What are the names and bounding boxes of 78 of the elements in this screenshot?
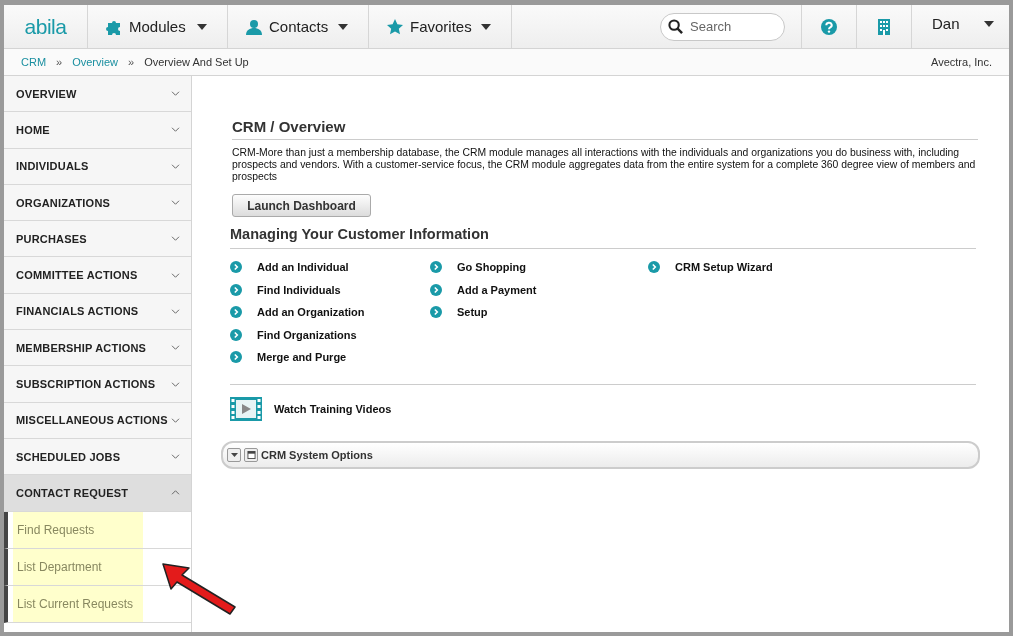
sidebar-subitem[interactable]: List Department (13, 548, 143, 585)
search-field[interactable]: Search (660, 12, 785, 41)
training-videos-link[interactable]: Watch Training Videos (274, 402, 392, 415)
chevron-down-icon (171, 126, 180, 134)
user-menu-button[interactable]: Dan (911, 5, 1009, 48)
breadcrumb-link[interactable]: CRM (21, 56, 47, 68)
options-panel-header[interactable]: CRM System Options (221, 440, 980, 469)
breadcrumb-separator: » (56, 56, 63, 68)
sidebar-item[interactable]: MEMBERSHIP ACTIONS (4, 330, 191, 367)
panel-title: CRM System Options (261, 448, 373, 461)
sidebar-item[interactable]: SUBSCRIPTION ACTIONS (4, 366, 191, 403)
window-icon (246, 450, 256, 459)
person-icon (245, 17, 263, 36)
quick-link[interactable]: Find Individuals (257, 283, 341, 296)
sidebar-item[interactable]: CONTACT REQUEST (4, 475, 191, 512)
caret-icon (481, 23, 491, 30)
quick-link[interactable]: Go Shopping (457, 261, 527, 274)
chevron-down-icon (171, 271, 180, 279)
sidebar-item[interactable]: FINANCIALS ACTIONS (4, 293, 191, 331)
chevron-up-icon (171, 489, 180, 497)
sidebar-item[interactable]: SCHEDULED JOBS (4, 438, 191, 476)
sidebar-subitem[interactable]: List Current Requests (13, 585, 143, 622)
window-button[interactable] (244, 447, 258, 462)
help-icon (821, 18, 837, 35)
menu-button[interactable]: Modules (88, 5, 228, 48)
caret-icon (197, 23, 207, 30)
quick-link[interactable]: Setup (457, 306, 488, 319)
arrow-circle-icon (430, 261, 442, 274)
launch-dashboard-button[interactable]: Launch Dashboard (232, 194, 371, 217)
arrow-circle-icon (230, 328, 242, 341)
quick-link[interactable]: Add an Individual (257, 261, 349, 274)
menu-button[interactable]: Contacts (228, 5, 369, 48)
quick-link[interactable]: Find Organizations (257, 328, 357, 341)
chevron-down-icon (171, 235, 180, 243)
arrow-circle-icon (230, 306, 242, 319)
logo: abila (24, 14, 67, 39)
sidebar-item[interactable]: PURCHASES (4, 221, 191, 258)
arrow-circle-icon (230, 283, 242, 296)
chevron-down-icon (171, 199, 180, 207)
sidebar-item[interactable]: MISCELLANEOUS ACTIONS (4, 402, 191, 439)
quick-link[interactable]: Merge and Purge (257, 351, 347, 364)
organization-name: Avectra, Inc. (931, 56, 992, 68)
chevron-down-icon (171, 307, 180, 315)
page-title: CRM / Overview (232, 118, 978, 140)
arrow-circle-icon (648, 261, 660, 274)
arrow-circle-icon (230, 261, 242, 274)
chevron-down-icon (171, 90, 180, 98)
star-icon (386, 17, 404, 36)
quick-link[interactable]: CRM Setup Wizard (675, 261, 773, 274)
quick-link[interactable]: Add an Organization (257, 306, 365, 319)
description: CRM-More than just a membership database, the CRM module manages all interactions with the individuals and organizations you do business with, including prospects and vendors. With a customer-service focus, the CRM module aggregates data from the entire system for a complete 360 degree view of members and prospects (232, 147, 977, 183)
film-icon (230, 396, 262, 421)
section-title: Managing Your Customer Information (230, 226, 976, 249)
sidebar-subitem[interactable]: Find Requests (13, 511, 143, 548)
expand-toggle-button[interactable] (227, 447, 241, 462)
arrow-circle-icon (430, 283, 442, 296)
chevron-down-icon (171, 453, 180, 461)
chevron-down-icon (171, 162, 180, 170)
chevron-down-icon (171, 344, 180, 352)
menu-button[interactable]: Favorites (369, 5, 512, 48)
arrow-circle-icon (430, 306, 442, 319)
quick-link[interactable]: Add a Payment (457, 283, 537, 296)
sidebar-item[interactable]: ORGANIZATIONS (4, 184, 191, 222)
triangle-down-icon (229, 450, 239, 459)
sidebar-item[interactable]: OVERVIEW (4, 76, 191, 113)
caret-icon (338, 23, 348, 30)
breadcrumb-link[interactable]: Overview (72, 56, 119, 68)
caret-icon (984, 21, 994, 27)
breadcrumb-separator: » (128, 56, 135, 68)
building-icon (877, 17, 891, 36)
breadcrumb-current: Overview And Set Up (144, 56, 249, 68)
sidebar-item[interactable]: HOME (4, 112, 191, 149)
chevron-down-icon (171, 416, 180, 424)
arrow-circle-icon (230, 351, 242, 364)
sidebar-item[interactable]: INDIVIDUALS (4, 148, 191, 185)
search-icon (668, 18, 683, 34)
chevron-down-icon (171, 380, 180, 388)
sidebar-item[interactable]: COMMITTEE ACTIONS (4, 257, 191, 294)
